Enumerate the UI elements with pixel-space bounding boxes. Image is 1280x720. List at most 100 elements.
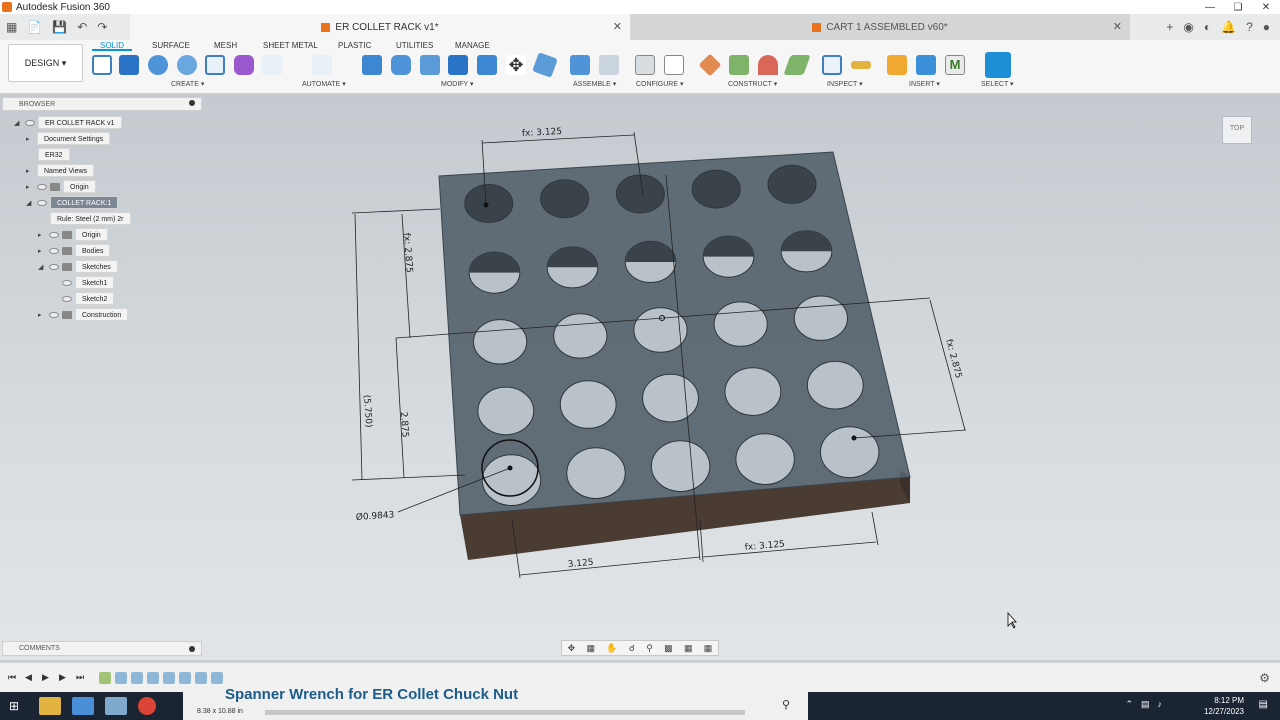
dim-left-total[interactable]: (5.750) [361,395,373,428]
tab-cart-assembled[interactable]: CART 1 ASSEMBLED v60* ✕ [630,14,1130,40]
pin-icon[interactable] [189,100,195,106]
create-group-label[interactable]: CREATE ▾ [171,80,204,88]
new-component-icon[interactable] [570,55,590,75]
display-settings-icon[interactable]: ▩ [664,643,673,654]
close-icon[interactable]: ✕ [1252,2,1280,13]
model-viewport[interactable]: fx: 3.125 fx: 2.875 (5.750) 2.875 fx: 2.… [0,95,1280,660]
midplane-icon[interactable] [783,55,811,75]
go-to-start-icon[interactable]: ⏮ [8,672,17,683]
collet-hole[interactable] [820,426,880,479]
tab-utilities[interactable]: UTILITIES [388,40,441,51]
notification-center-icon[interactable]: ▤ [1259,699,1268,710]
timeline-feature[interactable] [99,671,111,684]
hole-icon[interactable] [177,55,197,75]
network-icon[interactable]: ▤ [1141,699,1150,710]
shell-icon[interactable] [448,55,468,75]
search-icon[interactable]: ⚲ [782,698,790,711]
help-icon[interactable]: ? [1246,20,1253,34]
taskbar-app-icon[interactable] [72,697,94,715]
collet-hole[interactable] [473,319,528,365]
collet-hole[interactable] [477,386,535,436]
tree-item-named-views[interactable]: ▸ Named Views [26,164,95,177]
add-comment-icon[interactable] [189,646,195,652]
collet-hole[interactable] [650,440,711,493]
timeline-feature[interactable] [195,671,207,684]
revolve-icon[interactable] [148,55,168,75]
notifications-icon[interactable]: 🔔 [1221,20,1236,34]
mirror-icon[interactable] [262,55,282,75]
dim-left-lower[interactable]: 2.875 [398,412,410,438]
comments-panel[interactable]: COMMENTS [2,641,202,656]
tab-surface[interactable]: SURFACE [144,40,198,51]
tree-item-document-settings[interactable]: ▸ Document Settings [26,132,111,145]
tree-item-collet-rack[interactable]: ◢ COLLET RACK:1 [26,196,119,209]
timeline-feature[interactable] [131,671,143,684]
align-icon[interactable] [532,52,558,78]
zoom-icon[interactable]: ☌ [629,643,635,654]
tab-manage[interactable]: MANAGE [447,40,498,51]
tree-item-sketch2[interactable]: Sketch2 [62,292,115,305]
tree-item-origin[interactable]: ▸ Origin [26,180,96,193]
fillet-icon[interactable] [391,55,411,75]
collet-hole[interactable] [793,295,849,341]
system-clock[interactable]: 8:12 PM 12/27/2023 [1204,695,1244,717]
interference-icon[interactable] [851,61,871,69]
viewports-icon[interactable]: ▦ [704,643,713,654]
extensions-icon[interactable]: ◉ [1183,20,1193,34]
dim-left-upper[interactable]: fx: 2.875 [401,233,414,274]
tree-item-rule[interactable]: Rule: Steel (2 mm) 2r [50,212,131,225]
collet-hole[interactable] [481,454,542,507]
grid-settings-icon[interactable]: ▦ [684,643,693,654]
mcmaster-icon[interactable]: M [945,55,965,75]
dim-top[interactable]: fx: 3.125 [522,127,563,139]
dim-bottom-right[interactable]: fx: 3.125 [744,540,785,553]
collet-hole[interactable] [615,174,665,214]
dim-diameter[interactable]: Ø0.9843 [355,509,394,523]
tree-item-configuration[interactable]: ER32 [38,148,70,161]
measure-icon[interactable] [822,55,842,75]
timeline-feature[interactable] [179,671,191,684]
view-cube-top-face[interactable]: TOP [1222,116,1252,144]
configure-group-label[interactable]: CONFIGURE ▾ [636,80,683,88]
look-at-icon[interactable]: ▦ [587,643,596,654]
workspace-switcher[interactable]: DESIGN ▾ [8,44,83,82]
collet-hole[interactable] [724,367,782,416]
tab-mesh[interactable]: MESH [206,40,245,51]
windows-start-icon[interactable]: ⊞ [0,699,28,713]
insert-group-label[interactable]: INSERT ▾ [909,80,940,88]
combine-icon[interactable] [477,55,497,75]
canvas-icon[interactable] [916,55,936,75]
joint-icon[interactable] [599,55,619,75]
volume-icon[interactable]: ♪ [1158,699,1163,710]
timeline-feature[interactable] [211,671,223,684]
calculator-icon[interactable] [105,697,127,715]
tree-item-sketches[interactable]: ◢ Sketches [38,260,118,273]
inspect-group-label[interactable]: INSPECT ▾ [827,80,863,88]
browser-panel-header[interactable]: BROWSER [2,97,202,111]
form-icon[interactable] [234,55,254,75]
go-to-end-icon[interactable]: ⏭ [76,672,85,683]
insert-derive-icon[interactable] [887,55,907,75]
assemble-group-label[interactable]: ASSEMBLE ▾ [573,80,616,88]
profile-icon[interactable]: ● [1263,20,1270,34]
apps-grid-icon[interactable]: ▦ [6,20,17,34]
collet-hole[interactable] [767,164,817,204]
view-cube[interactable]: TOP [1220,114,1256,154]
plane-at-angle-icon[interactable] [729,55,749,75]
automate-icon[interactable] [312,55,332,75]
offset-plane-icon[interactable] [698,53,722,77]
collet-hole[interactable] [642,373,699,423]
collet-hole[interactable] [713,301,768,347]
collet-hole[interactable] [559,380,617,429]
pan-icon[interactable]: ✋ [606,643,617,654]
save-icon[interactable]: 💾 [52,20,67,34]
collet-hole[interactable] [540,179,590,219]
minimize-icon[interactable]: — [1196,2,1224,13]
restore-icon[interactable]: ❑ [1224,2,1252,13]
tray-expand-icon[interactable]: ⌃ [1125,699,1133,710]
orbit-icon[interactable]: ✥ [568,643,576,654]
tab-er-collet-rack[interactable]: ER COLLET RACK v1* ✕ [130,14,630,40]
pdf-viewer-window[interactable]: Spanner Wrench for ER Collet Chuck Nut 8… [183,686,808,720]
close-tab-icon[interactable]: ✕ [1113,20,1122,33]
collet-hole[interactable] [553,313,608,359]
